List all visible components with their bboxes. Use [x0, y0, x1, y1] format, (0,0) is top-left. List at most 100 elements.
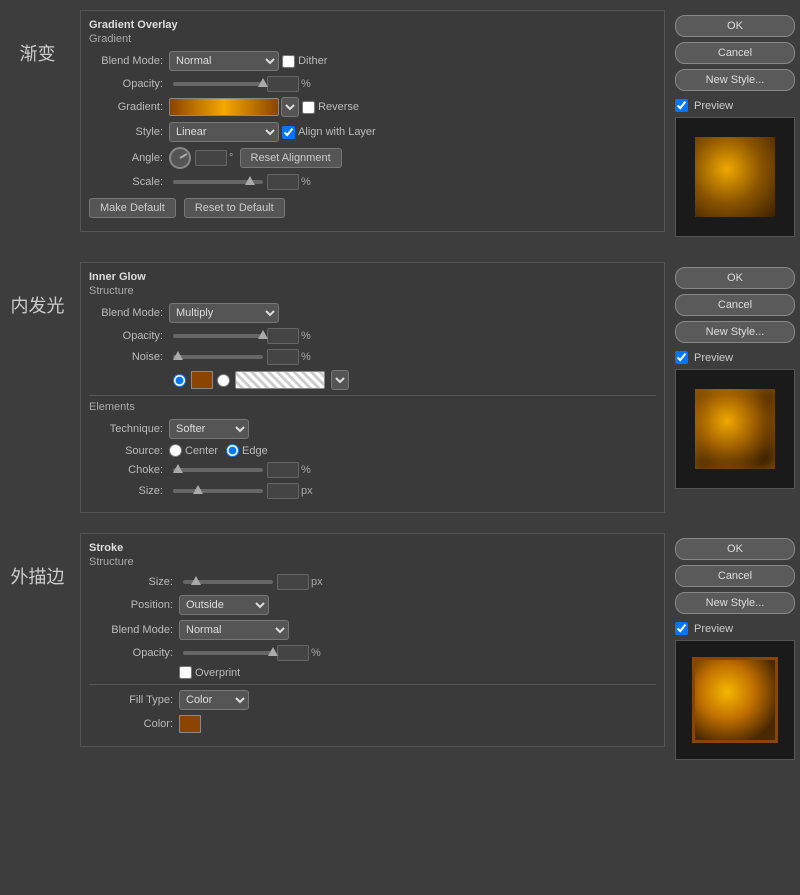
stroke-divider	[89, 684, 656, 685]
stroke-color-label: Color:	[89, 718, 179, 730]
reverse-checkbox-label[interactable]: Reverse	[302, 101, 359, 114]
make-default-button[interactable]: Make Default	[89, 198, 176, 218]
inner-glow-size-input[interactable]: 13	[267, 483, 299, 499]
inner-glow-ok-button[interactable]: OK	[675, 267, 795, 289]
inner-glow-gradient-radio[interactable]	[217, 374, 230, 387]
inner-glow-preview-box	[675, 369, 795, 489]
dither-checkbox[interactable]	[282, 55, 295, 68]
stroke-color-row: Color:	[89, 715, 656, 733]
gradient-opacity-input[interactable]: 100	[267, 76, 299, 92]
fill-type-label: Fill Type:	[89, 694, 179, 706]
stroke-position-label: Position:	[89, 599, 179, 611]
inner-glow-noise-percent: %	[301, 351, 311, 363]
fill-type-select[interactable]: Color Gradient Pattern	[179, 690, 249, 710]
angle-dial[interactable]	[169, 147, 191, 169]
inner-glow-color-swatch[interactable]	[191, 371, 213, 389]
technique-select[interactable]: Softer Precise	[169, 419, 249, 439]
gradient-new-style-button[interactable]: New Style...	[675, 69, 795, 91]
stroke-section: 外描边 Stroke Structure Size: 3 px Position…	[0, 523, 800, 775]
overprint-checkbox[interactable]	[179, 666, 192, 679]
inner-glow-noise-slider[interactable]	[173, 355, 263, 359]
inner-glow-side-buttons: OK Cancel New Style...	[675, 267, 795, 343]
scale-input[interactable]: 86	[267, 174, 299, 190]
inner-glow-size-row: Size: 13 px	[89, 483, 656, 499]
gradient-cancel-button[interactable]: Cancel	[675, 42, 795, 64]
stroke-panel: Stroke Structure Size: 3 px Position: Ou…	[80, 533, 665, 747]
gradient-preview[interactable]	[169, 98, 279, 116]
stroke-ok-button[interactable]: OK	[675, 538, 795, 560]
stroke-blend-mode-select[interactable]: Normal Multiply Screen	[179, 620, 289, 640]
inner-glow-section: 内发光 Inner Glow Structure Blend Mode: Mul…	[0, 252, 800, 523]
inner-glow-preview-checkbox[interactable]	[675, 351, 688, 364]
inner-glow-noise-row: Noise: 0 %	[89, 349, 656, 365]
gradient-scale-slider[interactable]	[173, 180, 263, 184]
stroke-cancel-button[interactable]: Cancel	[675, 565, 795, 587]
gradient-blend-mode-select[interactable]: Normal Multiply Screen	[169, 51, 279, 71]
stroke-preview-row: Preview	[675, 622, 795, 635]
inner-glow-opacity-slider[interactable]	[173, 334, 263, 338]
stroke-size-input[interactable]: 3	[277, 574, 309, 590]
stroke-opacity-slider[interactable]	[183, 651, 273, 655]
source-center-radio[interactable]	[169, 444, 182, 457]
align-layer-checkbox[interactable]	[282, 126, 295, 139]
inner-glow-new-style-button[interactable]: New Style...	[675, 321, 795, 343]
stroke-opacity-input[interactable]: 100	[277, 645, 309, 661]
inner-glow-noise-label: Noise:	[89, 351, 169, 363]
align-layer-label: Align with Layer	[298, 126, 376, 138]
stroke-panel-subtitle: Structure	[89, 556, 656, 568]
gradient-picker-arrow[interactable]	[281, 97, 299, 117]
source-edge-radio[interactable]	[226, 444, 239, 457]
gradient-opacity-slider[interactable]	[173, 82, 263, 86]
angle-label: Angle:	[89, 152, 169, 164]
source-center-label[interactable]: Center	[169, 444, 218, 457]
overprint-checkbox-label[interactable]: Overprint	[179, 666, 240, 679]
gradient-bottom-buttons: Make Default Reset to Default	[89, 198, 656, 218]
reset-to-default-button[interactable]: Reset to Default	[184, 198, 285, 218]
reverse-checkbox[interactable]	[302, 101, 315, 114]
gradient-style-select[interactable]: Linear Radial Angle Reflected Diamond	[169, 122, 279, 142]
inner-glow-noise-input[interactable]: 0	[267, 349, 299, 365]
stroke-position-select[interactable]: Outside Inside Center	[179, 595, 269, 615]
inner-glow-size-slider[interactable]	[173, 489, 263, 493]
inner-glow-size-label: Size:	[89, 485, 169, 497]
inner-glow-gradient-arrow[interactable]	[331, 370, 349, 390]
choke-input[interactable]: 0	[267, 462, 299, 478]
elements-label: Elements	[89, 401, 656, 413]
gradient-ok-button[interactable]: OK	[675, 15, 795, 37]
inner-glow-opacity-label: Opacity:	[89, 330, 169, 342]
inner-glow-opacity-percent: %	[301, 330, 311, 342]
style-label: Style:	[89, 126, 169, 138]
inner-glow-opacity-input[interactable]: 100	[267, 328, 299, 344]
inner-glow-swatch-row	[89, 370, 656, 390]
reset-alignment-button[interactable]: Reset Alignment	[240, 148, 342, 168]
stroke-color-swatch[interactable]	[179, 715, 201, 733]
choke-slider[interactable]	[173, 468, 263, 472]
align-layer-checkbox-label[interactable]: Align with Layer	[282, 126, 376, 139]
inner-glow-preview-inner	[695, 389, 775, 469]
gradient-preview-checkbox[interactable]	[675, 99, 688, 112]
source-label: Source:	[89, 445, 169, 457]
stroke-size-label: Size:	[89, 576, 179, 588]
inner-glow-blend-mode-select[interactable]: Multiply Normal Screen	[169, 303, 279, 323]
dither-checkbox-label[interactable]: Dither	[282, 55, 327, 68]
stroke-size-slider[interactable]	[183, 580, 273, 584]
overprint-row: Overprint	[89, 666, 656, 679]
gradient-panel-subtitle: Gradient	[89, 33, 656, 45]
gradient-side-panel: OK Cancel New Style... Preview	[670, 10, 800, 242]
gradient-gradient-row: Gradient: Reverse	[89, 97, 656, 117]
gradient-overlay-section: 渐变 Gradient Overlay Gradient Blend Mode:…	[0, 0, 800, 252]
inner-glow-chinese-label: 内发光	[0, 262, 75, 318]
inner-glow-gradient-swatch[interactable]	[235, 371, 325, 389]
stroke-preview-checkbox[interactable]	[675, 622, 688, 635]
technique-row: Technique: Softer Precise	[89, 419, 656, 439]
stroke-panel-title: Stroke	[89, 542, 656, 554]
source-radio-group: Center Edge	[169, 444, 268, 457]
inner-glow-panel: Inner Glow Structure Blend Mode: Multipl…	[80, 262, 665, 513]
stroke-chinese-label: 外描边	[0, 533, 75, 589]
stroke-new-style-button[interactable]: New Style...	[675, 592, 795, 614]
inner-glow-cancel-button[interactable]: Cancel	[675, 294, 795, 316]
source-edge-label[interactable]: Edge	[226, 444, 268, 457]
angle-input[interactable]: 120	[195, 150, 227, 166]
stroke-preview-label: Preview	[694, 623, 733, 635]
inner-glow-solid-radio[interactable]	[173, 374, 186, 387]
